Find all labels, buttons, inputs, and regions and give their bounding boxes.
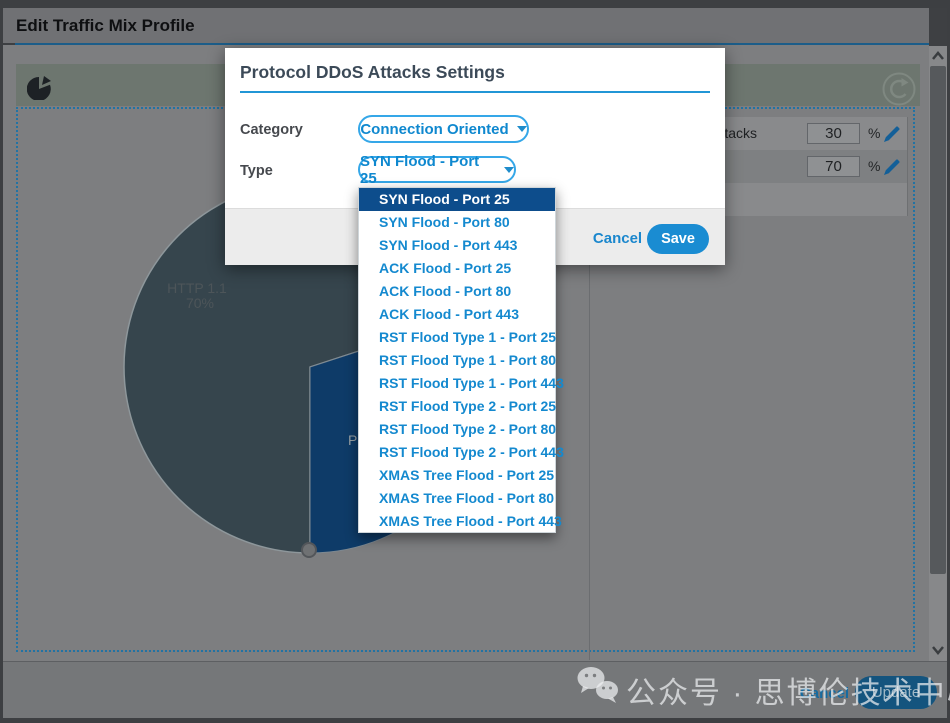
dropdown-option[interactable]: XMAS Tree Flood - Port 80 (359, 486, 555, 509)
edit-pencil-icon[interactable] (883, 125, 901, 143)
profile-update-button[interactable]: Update (855, 676, 937, 709)
scroll-up-arrow[interactable] (931, 50, 945, 62)
dropdown-option[interactable]: ACK Flood - Port 443 (359, 303, 555, 326)
pie-label-http: HTTP 1.1 (167, 280, 227, 296)
page-title: Edit Traffic Mix Profile (16, 16, 195, 36)
type-dropdown-list: SYN Flood - Port 25 SYN Flood - Port 80 … (358, 187, 556, 533)
dropdown-option[interactable]: ACK Flood - Port 25 (359, 257, 555, 280)
type-label: Type (240, 156, 273, 186)
type-dropdown-value: SYN Flood - Port 25 (360, 153, 496, 187)
chevron-down-icon (504, 167, 514, 173)
dropdown-option[interactable]: XMAS Tree Flood - Port 443 (359, 509, 555, 532)
attack-row-2-percent-sign: % (868, 150, 884, 183)
modal-save-button[interactable]: Save (647, 224, 709, 254)
scrollbar-thumb[interactable] (930, 66, 946, 574)
dropdown-option[interactable]: RST Flood Type 2 - Port 443 (359, 440, 555, 463)
pie-label-http-pct: 70% (186, 295, 214, 311)
scrollbar-corner (929, 8, 947, 46)
dropdown-option[interactable]: SYN Flood - Port 25 (359, 188, 555, 211)
profile-cancel-button[interactable]: Cancel (797, 679, 852, 709)
category-label: Category (240, 115, 303, 145)
attack-row-1-percent-input[interactable] (807, 123, 860, 144)
category-dropdown-value: Connection Oriented (360, 121, 508, 138)
dropdown-option[interactable]: ACK Flood - Port 80 (359, 280, 555, 303)
modal-title-underline (240, 91, 710, 93)
dropdown-option[interactable]: XMAS Tree Flood - Port 25 (359, 463, 555, 486)
dropdown-option[interactable]: RST Flood Type 2 - Port 25 (359, 394, 555, 417)
dropdown-option[interactable]: SYN Flood - Port 443 (359, 234, 555, 257)
pie-chart-icon (27, 76, 51, 100)
undo-icon[interactable] (881, 71, 917, 107)
dropdown-option[interactable]: RST Flood Type 1 - Port 25 (359, 326, 555, 349)
dropdown-option[interactable]: RST Flood Type 1 - Port 443 (359, 372, 555, 395)
edit-pencil-icon[interactable] (883, 158, 901, 176)
category-dropdown[interactable]: Connection Oriented (358, 115, 529, 143)
chevron-down-icon (517, 126, 527, 132)
dropdown-option[interactable]: SYN Flood - Port 80 (359, 211, 555, 234)
modal-cancel-button[interactable]: Cancel (590, 224, 645, 254)
scroll-down-arrow[interactable] (931, 644, 945, 656)
attack-row-1-percent-sign: % (868, 117, 884, 150)
attack-row-2-percent-input[interactable] (807, 156, 860, 177)
pie-drag-handle[interactable] (302, 543, 316, 557)
type-dropdown[interactable]: SYN Flood - Port 25 (358, 156, 516, 183)
dropdown-option[interactable]: RST Flood Type 2 - Port 80 (359, 417, 555, 440)
dropdown-option[interactable]: RST Flood Type 1 - Port 80 (359, 349, 555, 372)
pie-slice-label-fragment: P (348, 432, 357, 448)
modal-title: Protocol DDoS Attacks Settings (240, 62, 505, 83)
